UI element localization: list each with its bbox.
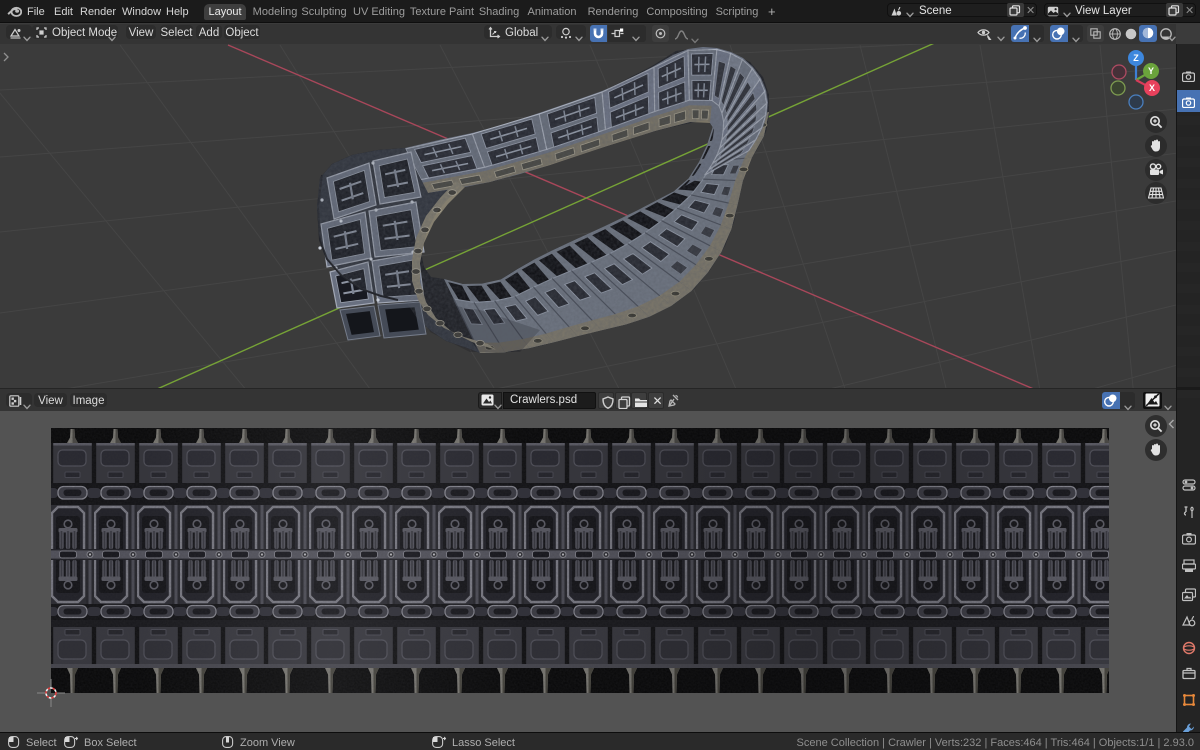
svg-text:X: X — [1149, 83, 1155, 93]
svg-text:Z: Z — [1133, 53, 1139, 63]
svg-text:Y: Y — [1148, 66, 1154, 76]
